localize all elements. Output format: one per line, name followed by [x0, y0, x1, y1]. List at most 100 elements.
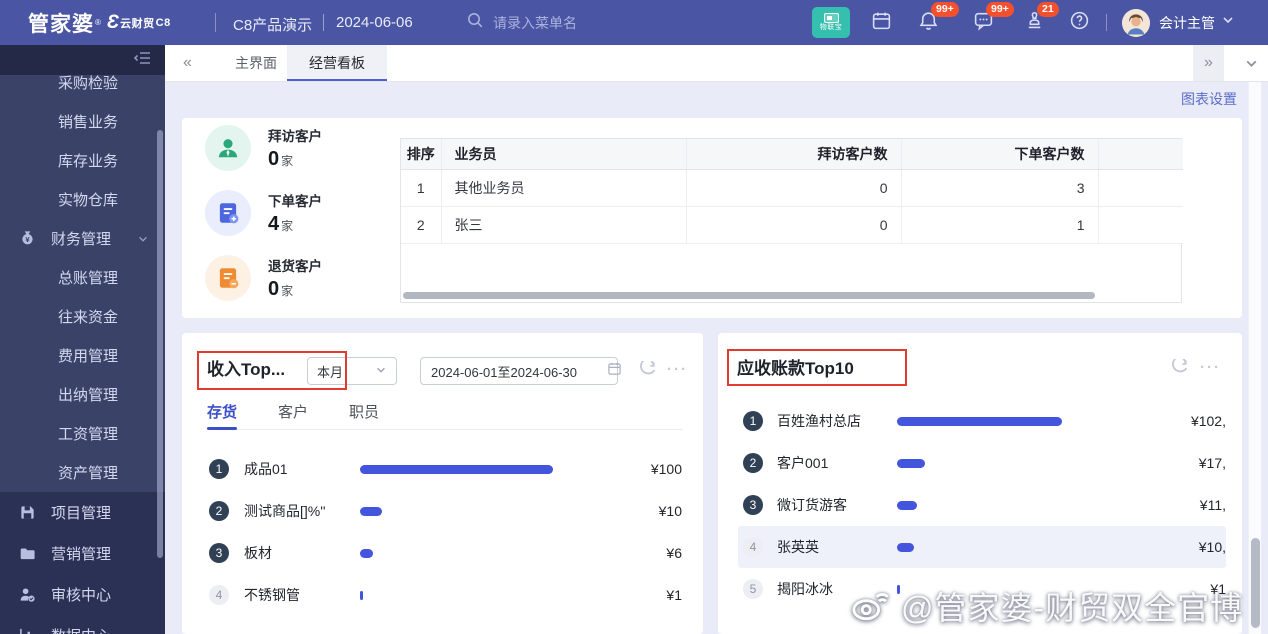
income-row-板材[interactable]: 3板材¥6 [182, 532, 703, 574]
rank-badge: 2 [743, 453, 763, 473]
date-range-input[interactable] [420, 357, 618, 385]
sidebar-item-资产管理[interactable]: 资产管理 [0, 453, 165, 492]
sidebar: 采购检验销售业务库存业务实物仓库 ¥财务管理总账管理往来资金费用管理出纳管理工资管… [0, 45, 165, 634]
value-bar [360, 465, 553, 474]
sidebar-item-审核中心[interactable]: 审核中心 [0, 574, 165, 615]
stat-下单客户: 下单客户4家 [205, 190, 322, 236]
messages-badge: 99+ [986, 2, 1014, 17]
stat-拜访客户: 拜访客户0家 [205, 125, 322, 171]
menu-search[interactable] [466, 11, 643, 34]
table-hscrollbar-thumb[interactable] [403, 292, 1095, 299]
sidebar-item-label: 销售业务 [58, 111, 118, 132]
sidebar-item-实物仓库[interactable]: 实物仓库 [0, 180, 165, 219]
item-value: ¥17, [1064, 455, 1226, 471]
rank-badge: 4 [743, 537, 763, 557]
sidebar-item-label: 实物仓库 [58, 189, 118, 210]
receivable-row-揭阳冰冰[interactable]: 5揭阳冰冰¥1 [738, 568, 1226, 610]
stat-value: 0 [268, 148, 279, 170]
alerts-button[interactable]: 99+ [918, 10, 939, 36]
sidebar-item-出纳管理[interactable]: 出纳管理 [0, 375, 165, 414]
user-menu[interactable]: 会计主管 [1122, 9, 1235, 37]
menu-search-input[interactable] [493, 15, 643, 31]
income-row-不锈钢管[interactable]: 4不锈钢管¥1 [182, 574, 703, 616]
sidebar-item-总账管理[interactable]: 总账管理 [0, 258, 165, 297]
item-value: ¥10, [1064, 539, 1226, 555]
period-select[interactable]: 本月 [307, 357, 397, 385]
item-value: ¥6 [555, 545, 682, 561]
item-value: ¥1 [1064, 581, 1226, 597]
sidebar-item-label: 财务管理 [51, 228, 111, 249]
sidebar-item-库存业务[interactable]: 库存业务 [0, 141, 165, 180]
sidebar-header [0, 45, 165, 75]
table-cell: 0 [686, 169, 901, 206]
approvals-button[interactable]: 21 [1024, 10, 1045, 36]
receivable-more-button[interactable]: ··· [1200, 359, 1221, 376]
receivable-row-微订货游客[interactable]: 3微订货游客¥11, [738, 484, 1226, 526]
topbar: 管家婆®Ɛ云财贸C8 C8产品演示 2024-06-06 物联宝 99+ 99+… [0, 0, 1268, 45]
income-tab-客户[interactable]: 客户 [278, 400, 308, 429]
sidebar-item-项目管理[interactable]: 项目管理 [0, 492, 165, 533]
table-row[interactable]: 1其他业务员03 [401, 169, 1183, 206]
table-cell: 其他业务员 [441, 169, 686, 206]
item-name: 微订货游客 [777, 495, 887, 515]
sidebar-scrollbar-thumb[interactable] [157, 130, 163, 558]
sidebar-item-销售业务[interactable]: 销售业务 [0, 102, 165, 141]
receivable-row-客户001[interactable]: 2 客户001 ¥17, [738, 442, 1226, 484]
rank-badge: 1 [743, 411, 763, 431]
topbar-divider-3 [1106, 14, 1107, 31]
sidebar-item-工资管理[interactable]: 工资管理 [0, 414, 165, 453]
date-range-value[interactable] [431, 364, 607, 379]
income-panel-title: 收入Top... [207, 355, 285, 380]
visit-customer-icon [205, 125, 251, 171]
sidebar-item-营销管理[interactable]: 营销管理 [0, 533, 165, 574]
item-name: 揭阳冰冰 [777, 579, 887, 599]
income-tab-存货[interactable]: 存货 [207, 400, 237, 429]
tab-经营看板[interactable]: 经营看板 [287, 45, 387, 81]
item-name: 客户001 [777, 453, 887, 473]
stat-value: 4 [268, 213, 279, 235]
table-header-下单客户数: 下单客户数 [901, 139, 1098, 169]
item-name: 测试商品[]%'' [244, 501, 348, 521]
value-bar [360, 507, 382, 516]
tabs-scroll-right-button[interactable]: » [1193, 45, 1224, 81]
sidebar-item-费用管理[interactable]: 费用管理 [0, 336, 165, 375]
tabs-dropdown-button[interactable] [1244, 45, 1259, 81]
table-cell: 3 [901, 169, 1098, 206]
tabs-scroll-left-button[interactable]: « [183, 45, 192, 81]
income-refresh-icon[interactable] [640, 361, 657, 378]
receivable-row-张英英[interactable]: 4张英英¥10, [738, 526, 1226, 568]
sidebar-item-label: 资产管理 [58, 462, 118, 483]
iot-label: 物联宝 [820, 24, 843, 32]
calendar-small-icon [607, 361, 622, 381]
sidebar-item-数据中心[interactable]: 数据中心 [0, 615, 165, 634]
table-header-empty [1098, 139, 1183, 169]
table-header-排序: 排序 [401, 139, 441, 169]
sidebar-item-财务管理[interactable]: ¥财务管理 [0, 219, 165, 258]
collapse-sidebar-icon[interactable] [133, 50, 152, 71]
receivable-panel-title: 应收账款Top10 [737, 354, 854, 379]
income-row-成品01[interactable]: 1成品01¥100 [182, 448, 703, 490]
sidebar-item-label: 营销管理 [51, 543, 111, 564]
receivable-refresh-icon[interactable] [1172, 359, 1189, 376]
sidebar-item-采购检验[interactable]: 采购检验 [0, 75, 165, 102]
sidebar-item-往来资金[interactable]: 往来资金 [0, 297, 165, 336]
income-more-button[interactable]: ··· [667, 361, 688, 378]
salesman-table: 排序业务员拜访客户数下单客户数 1其他业务员032张三01 [400, 138, 1182, 303]
table-cell: 张三 [441, 206, 686, 243]
table-row[interactable]: 2张三01 [401, 206, 1183, 243]
main-scrollbar-thumb[interactable] [1251, 538, 1260, 628]
income-tab-职员[interactable]: 职员 [349, 400, 379, 429]
chart-settings-link[interactable]: 图表设置 [1181, 89, 1237, 109]
income-row-测试商品[]%''[interactable]: 2测试商品[]%''¥10 [182, 490, 703, 532]
help-button[interactable] [1069, 10, 1090, 36]
stat-unit: 家 [281, 284, 293, 298]
sidebar-item-label: 总账管理 [58, 267, 118, 288]
user-avatar [1122, 9, 1150, 37]
iot-tool-button[interactable]: 物联宝 [812, 7, 850, 38]
receivable-row-百姓渔村总店[interactable]: 1百姓渔村总店¥102, [738, 400, 1226, 442]
value-bar [360, 591, 363, 600]
sidebar-item-label: 审核中心 [51, 584, 111, 605]
messages-button[interactable]: 99+ [973, 10, 994, 36]
calendar-button[interactable] [871, 10, 892, 36]
table-cell: 1 [401, 169, 441, 206]
